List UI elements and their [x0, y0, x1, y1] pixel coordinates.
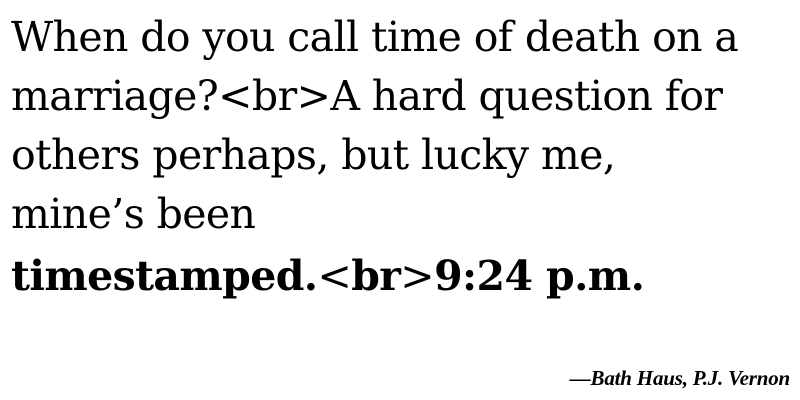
- quote-line-3: others perhaps, but lucky me,: [11, 131, 616, 179]
- emphasis-timestamped: timestamped.: [11, 252, 318, 300]
- tag-close-bracket: >: [400, 252, 435, 300]
- quote-line-1: When do you call time of death on a: [11, 13, 739, 61]
- quote-line-2: marriage?<br>A hard question for: [11, 72, 723, 120]
- tag-open-bracket: <: [317, 252, 352, 300]
- quote-line-5: timestamped.<br>9:24 p.m.: [11, 244, 791, 308]
- emphasis-time: 9:24 p.m.: [434, 252, 645, 300]
- quote-block: When do you call time of death on a marr…: [11, 8, 791, 308]
- quote-line-4: mine’s been: [11, 190, 256, 238]
- tag-word: br: [351, 252, 401, 300]
- attribution: —Bath Haus, P.J. Vernon: [569, 366, 790, 390]
